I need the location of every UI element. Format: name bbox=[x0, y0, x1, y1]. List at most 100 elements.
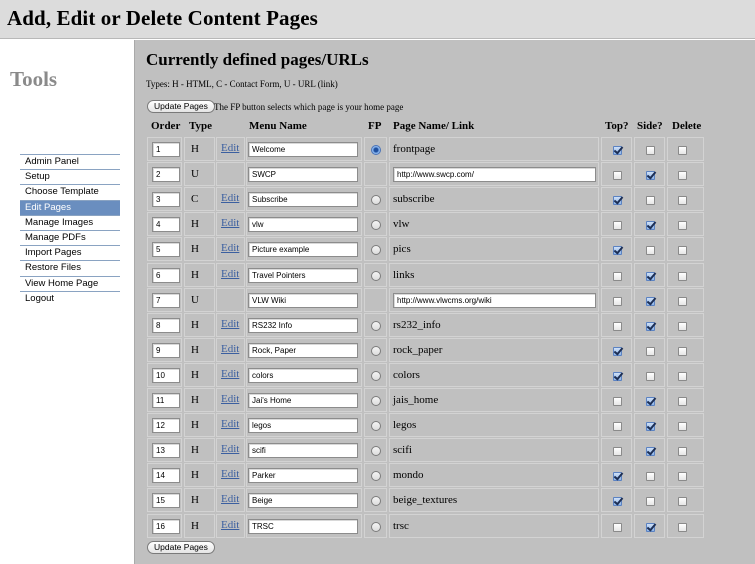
delete-checkbox[interactable] bbox=[678, 397, 687, 406]
side-checkbox[interactable] bbox=[646, 271, 655, 281]
url-input[interactable]: http://www.swcp.com/ bbox=[393, 167, 596, 183]
fp-radio[interactable] bbox=[371, 370, 381, 381]
top-checkbox[interactable] bbox=[613, 271, 622, 281]
side-checkbox[interactable] bbox=[646, 221, 655, 231]
edit-link[interactable]: Edit bbox=[221, 468, 239, 480]
edit-link[interactable]: Edit bbox=[221, 343, 239, 355]
delete-checkbox[interactable] bbox=[678, 296, 687, 306]
top-checkbox[interactable] bbox=[613, 196, 622, 206]
sidebar-item-manage-images[interactable]: Manage Images bbox=[20, 214, 120, 230]
edit-link[interactable]: Edit bbox=[221, 519, 239, 531]
order-input[interactable]: 2 bbox=[152, 167, 180, 183]
top-checkbox[interactable] bbox=[613, 296, 622, 306]
menu-name-input[interactable]: Picture example bbox=[248, 242, 358, 258]
menu-name-input[interactable]: Travel Pointers bbox=[248, 267, 358, 283]
edit-link[interactable]: Edit bbox=[221, 443, 239, 455]
order-input[interactable]: 16 bbox=[152, 518, 180, 534]
menu-name-input[interactable]: scifi bbox=[248, 443, 358, 459]
fp-radio[interactable] bbox=[371, 320, 381, 331]
order-input[interactable]: 9 bbox=[152, 342, 180, 358]
url-input[interactable]: http://www.vlwcms.org/wiki bbox=[393, 292, 596, 308]
top-checkbox[interactable] bbox=[613, 146, 622, 155]
order-input[interactable]: 8 bbox=[152, 317, 180, 333]
delete-checkbox[interactable] bbox=[678, 472, 687, 482]
side-checkbox[interactable] bbox=[646, 522, 655, 532]
delete-checkbox[interactable] bbox=[678, 522, 687, 532]
top-checkbox[interactable] bbox=[613, 371, 622, 381]
menu-name-input[interactable]: Beige bbox=[248, 493, 358, 509]
edit-link[interactable]: Edit bbox=[221, 418, 239, 430]
menu-name-input[interactable]: Welcome bbox=[248, 142, 358, 157]
side-checkbox[interactable] bbox=[646, 171, 655, 181]
top-checkbox[interactable] bbox=[613, 321, 622, 331]
delete-checkbox[interactable] bbox=[678, 271, 687, 281]
top-checkbox[interactable] bbox=[613, 472, 622, 482]
order-input[interactable]: 6 bbox=[152, 267, 180, 283]
menu-name-input[interactable]: vlw bbox=[248, 217, 358, 233]
fp-radio[interactable] bbox=[371, 471, 381, 482]
order-input[interactable]: 10 bbox=[152, 367, 180, 383]
edit-link[interactable]: Edit bbox=[221, 393, 239, 405]
menu-name-input[interactable]: VLW Wiki bbox=[248, 292, 358, 308]
menu-name-input[interactable]: RS232 Info bbox=[248, 317, 358, 333]
order-input[interactable]: 12 bbox=[152, 418, 180, 434]
order-input[interactable]: 14 bbox=[152, 468, 180, 484]
menu-name-input[interactable]: SWCP bbox=[248, 167, 358, 183]
menu-name-input[interactable]: colors bbox=[248, 367, 358, 383]
order-input[interactable]: 13 bbox=[152, 443, 180, 459]
side-checkbox[interactable] bbox=[646, 422, 655, 432]
fp-radio[interactable] bbox=[371, 220, 381, 231]
edit-link[interactable]: Edit bbox=[221, 217, 239, 229]
delete-checkbox[interactable] bbox=[678, 221, 687, 231]
edit-link[interactable]: Edit bbox=[221, 242, 239, 254]
side-checkbox[interactable] bbox=[646, 246, 655, 256]
menu-name-input[interactable]: TRSC bbox=[248, 518, 358, 534]
sidebar-item-setup[interactable]: Setup bbox=[20, 169, 120, 184]
fp-radio[interactable] bbox=[371, 345, 381, 356]
side-checkbox[interactable] bbox=[646, 371, 655, 381]
menu-name-input[interactable]: Jai's Home bbox=[248, 393, 358, 408]
menu-name-input[interactable]: Subscribe bbox=[248, 192, 358, 208]
sidebar-item-manage-pdfs[interactable]: Manage PDFs bbox=[20, 229, 120, 245]
delete-checkbox[interactable] bbox=[678, 171, 687, 181]
delete-checkbox[interactable] bbox=[678, 246, 687, 256]
delete-checkbox[interactable] bbox=[678, 497, 687, 507]
top-checkbox[interactable] bbox=[613, 171, 622, 181]
sidebar-item-import-pages[interactable]: Import Pages bbox=[20, 245, 120, 260]
side-checkbox[interactable] bbox=[646, 497, 655, 507]
fp-radio[interactable] bbox=[371, 195, 381, 206]
sidebar-item-edit-pages[interactable]: Edit Pages bbox=[20, 199, 120, 215]
menu-name-input[interactable]: Rock, Paper bbox=[248, 342, 358, 358]
update-pages-button-bottom[interactable]: Update Pages bbox=[147, 541, 215, 554]
top-checkbox[interactable] bbox=[613, 497, 622, 507]
edit-link[interactable]: Edit bbox=[221, 268, 239, 280]
fp-radio[interactable] bbox=[371, 421, 381, 432]
delete-checkbox[interactable] bbox=[678, 447, 687, 457]
top-checkbox[interactable] bbox=[613, 522, 622, 532]
menu-name-input[interactable]: legos bbox=[248, 418, 358, 434]
edit-link[interactable]: Edit bbox=[221, 318, 239, 330]
top-checkbox[interactable] bbox=[613, 422, 622, 432]
edit-link[interactable]: Edit bbox=[221, 192, 239, 204]
fp-radio[interactable] bbox=[371, 145, 381, 155]
fp-radio[interactable] bbox=[371, 270, 381, 281]
side-checkbox[interactable] bbox=[646, 346, 655, 356]
side-checkbox[interactable] bbox=[646, 321, 655, 331]
edit-link[interactable]: Edit bbox=[221, 493, 239, 505]
order-input[interactable]: 15 bbox=[152, 493, 180, 509]
update-pages-button-top[interactable]: Update Pages bbox=[147, 100, 215, 113]
sidebar-item-admin-panel[interactable]: Admin Panel bbox=[20, 154, 120, 169]
sidebar-item-view-home-page[interactable]: View Home Page bbox=[20, 275, 120, 291]
top-checkbox[interactable] bbox=[613, 447, 622, 457]
order-input[interactable]: 5 bbox=[152, 242, 180, 258]
fp-radio[interactable] bbox=[371, 446, 381, 457]
order-input[interactable]: 1 bbox=[152, 142, 180, 157]
fp-radio[interactable] bbox=[371, 496, 381, 507]
top-checkbox[interactable] bbox=[613, 246, 622, 256]
order-input[interactable]: 7 bbox=[152, 292, 180, 308]
order-input[interactable]: 3 bbox=[152, 192, 180, 208]
delete-checkbox[interactable] bbox=[678, 346, 687, 356]
side-checkbox[interactable] bbox=[646, 472, 655, 482]
menu-name-input[interactable]: Parker bbox=[248, 468, 358, 484]
sidebar-item-logout[interactable]: Logout bbox=[20, 290, 120, 306]
